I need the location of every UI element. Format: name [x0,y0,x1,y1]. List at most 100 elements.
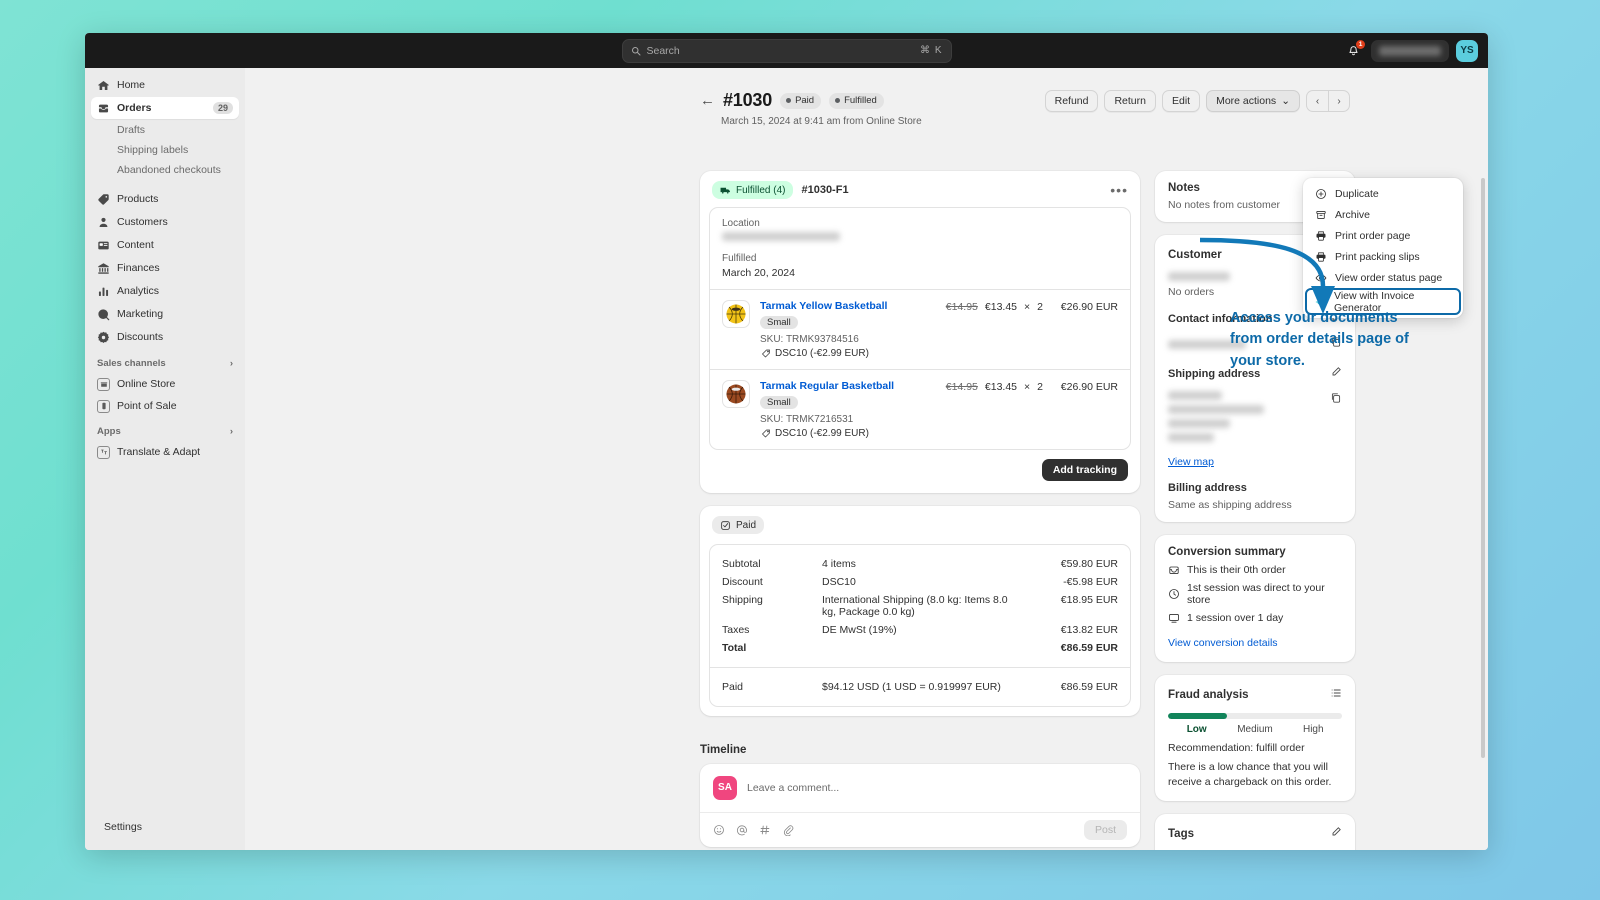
sidebar-subitem-shipping-labels[interactable]: Shipping labels [91,140,239,160]
sidebar-item-orders[interactable]: Orders 29 [91,97,239,119]
view-map-link[interactable]: View map [1168,456,1214,468]
menu-item-duplicate[interactable]: Duplicate [1307,183,1459,204]
notifications-button[interactable]: 1 [1342,39,1365,62]
conversion-row: 1st session was direct to your store [1168,582,1342,606]
view-conversion-details-link[interactable]: View conversion details [1168,637,1278,649]
tags-title: Tags [1168,828,1194,841]
apps-group[interactable]: Apps › [91,421,239,441]
duplicate-icon [1314,187,1327,200]
copy-shipping-icon[interactable] [1330,391,1342,409]
summary-value: €13.82 EUR [1060,623,1118,636]
conversion-row-text: This is their 0th order [1187,564,1286,576]
edit-button[interactable]: Edit [1161,90,1201,112]
product-variant-badge: Small [760,396,798,409]
page-header: ← #1030 Paid Fulfilled March 15, 2024 at… [700,90,1350,127]
return-button[interactable]: Return [1104,90,1156,112]
sidebar-item-settings[interactable]: Settings [91,816,239,849]
product-title-link[interactable]: Tarmak Regular Basketball [760,380,936,392]
store-name-pill[interactable] [1371,39,1449,62]
sidebar-item-marketing[interactable]: Marketing [91,303,239,325]
sidebar-item-point-of-sale[interactable]: Point of Sale [91,395,239,417]
menu-item-archive[interactable]: Archive [1307,204,1459,225]
summary-row: Subtotal 4 items €59.80 EUR [722,555,1118,573]
apps-label: Apps [97,425,121,437]
sidebar-item-discounts[interactable]: Discounts [91,326,239,348]
fulfillment-status-badge: Fulfilled (4) [712,181,794,199]
sales-channels-group[interactable]: Sales channels › [91,353,239,373]
emoji-icon[interactable] [713,824,725,836]
conversion-row-text: 1 session over 1 day [1187,612,1284,624]
sidebar-item-home[interactable]: Home [91,74,239,96]
product-sku: SKU: TRMK7216531 [760,414,854,425]
mention-icon[interactable] [736,824,748,836]
sidebar-item-label: Content [117,239,154,251]
analytics-icon [97,285,110,298]
edit-tags-icon[interactable] [1330,825,1342,843]
order-pagination: ‹ › [1306,90,1350,112]
annotation-callout: Access your documents from order details… [1230,308,1430,372]
conversion-summary-card: Conversion summary This is their 0th ord… [1155,535,1355,662]
fulfillment-details: Location Fulfilled March 20, 2024 Tarmak… [709,207,1131,450]
product-discount-label: DSC10 (-€2.99 EUR) [775,428,869,439]
fraud-analysis-card: Fraud analysis Low Medium High Recommend… [1155,675,1355,802]
notification-badge: 1 [1356,39,1365,49]
sidebar-subitem-abandoned-checkouts[interactable]: Abandoned checkouts [91,160,239,180]
product-price: €13.45 [984,381,1018,393]
fulfillment-more-icon[interactable]: ••• [1110,183,1128,197]
paid-key: Paid [722,680,744,693]
hashtag-icon[interactable] [759,824,771,836]
summary-desc: DSC10 [822,575,856,588]
summary-key: Total [722,641,747,654]
product-discount-label: DSC10 (-€2.99 EUR) [775,348,869,359]
sidebar-item-content[interactable]: Content [91,234,239,256]
sidebar-item-finances[interactable]: Finances [91,257,239,279]
prev-order-button[interactable]: ‹ [1306,90,1328,112]
next-order-button[interactable]: › [1328,90,1350,112]
discount-tag-icon [762,349,770,357]
product-thumbnail [722,380,750,408]
sidebar-subitem-drafts[interactable]: Drafts [91,120,239,140]
vertical-scrollbar[interactable] [1481,178,1485,758]
sidebar-item-translate-adapt[interactable]: Translate & Adapt [91,441,239,463]
summary-desc: 4 items [822,557,856,570]
comment-input[interactable]: Leave a comment... [747,782,839,794]
summary-row: Discount DSC10 -€5.98 EUR [722,573,1118,591]
list-icon[interactable] [1330,686,1342,704]
sidebar-item-products[interactable]: Products [91,188,239,210]
customers-icon [97,216,110,229]
fraud-level-high: High [1302,724,1324,735]
sidebar-item-online-store[interactable]: Online Store [91,373,239,395]
basketball-yellow-image [726,304,746,324]
chevron-down-icon: ⌄ [1281,95,1290,107]
sidebar-item-label: Discounts [117,331,164,343]
avatar[interactable]: YS [1456,39,1478,62]
search-input[interactable]: Search ⌘ K [621,38,952,63]
summary-value: €18.95 EUR [1060,593,1118,606]
paid-row: Paid $94.12 USD (1 USD = 0.919997 EUR) €… [710,666,1130,706]
discount-tag-icon [762,429,770,437]
product-title-link[interactable]: Tarmak Yellow Basketball [760,300,936,312]
fraud-description: There is a low chance that you will rece… [1168,761,1332,789]
product-pricing: €14.95 €13.45 × 2 €26.90 EUR [946,380,1118,393]
fulfilled-date: March 20, 2024 [722,267,795,279]
attachment-icon[interactable] [782,824,794,836]
channel-label: Online Store [117,378,176,390]
basketball-orange-image [726,384,746,404]
paid-value: €86.59 EUR [1060,680,1118,693]
refund-button[interactable]: Refund [1044,90,1099,112]
product-price-original: €14.95 [945,381,978,393]
billing-address-title: Billing address [1168,482,1247,494]
fulfilled-label: Fulfilled [722,253,757,264]
search-icon [631,46,640,55]
sidebar-item-analytics[interactable]: Analytics [91,280,239,302]
post-comment-button[interactable]: Post [1083,819,1127,840]
annotation-text: Access your documents from order details… [1230,310,1409,369]
add-tracking-button[interactable]: Add tracking [1041,459,1128,481]
summary-row: Taxes DE MwSt (19%) €13.82 EUR [722,621,1118,639]
orders-icon [97,102,110,115]
sidebar-item-customers[interactable]: Customers [91,211,239,233]
comment-composer: SA Leave a comment... Post [700,763,1140,847]
payment-summary: Subtotal 4 items €59.80 EUR Discount DSC… [709,543,1131,707]
more-actions-button[interactable]: More actions ⌄ [1206,90,1300,112]
